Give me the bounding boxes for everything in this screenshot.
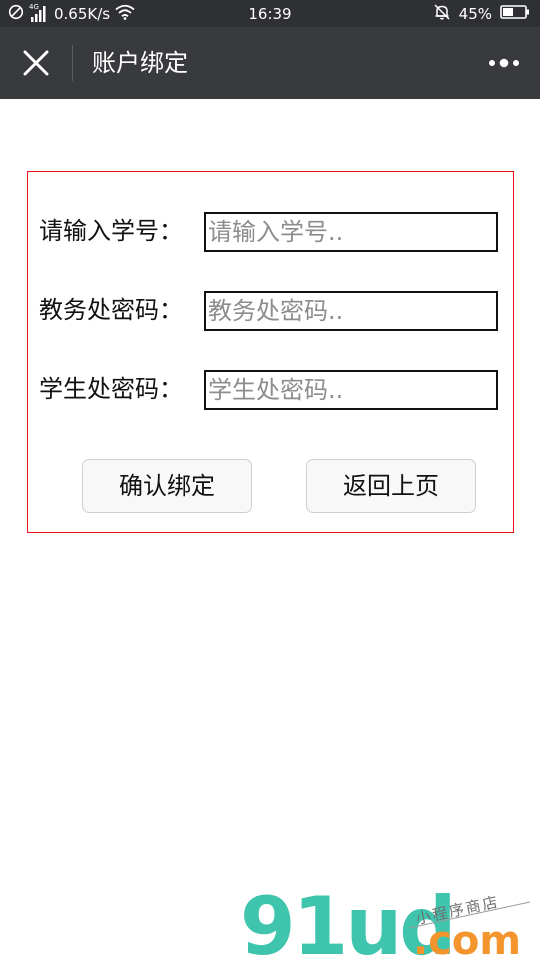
- student-id-row: 请输入学号：: [39, 212, 501, 252]
- battery-percent: 45%: [458, 5, 492, 23]
- page-title: 账户绑定: [92, 49, 188, 77]
- academic-password-input[interactable]: [204, 291, 498, 331]
- student-affairs-password-row: 学生处密码：: [39, 370, 501, 410]
- academic-password-row: 教务处密码：: [39, 291, 501, 331]
- bell-muted-icon: [433, 3, 451, 25]
- status-bar: 4G 0.65K/s 16:39 45%: [0, 0, 540, 27]
- more-button[interactable]: [482, 41, 526, 85]
- academic-password-label: 教务处密码：: [39, 296, 183, 324]
- binding-form: 请输入学号： 教务处密码： 学生处密码： 确认绑定 返回上页: [27, 171, 514, 533]
- nav-divider: [72, 45, 73, 81]
- close-icon: [23, 50, 49, 76]
- close-button[interactable]: [14, 41, 58, 85]
- nav-bar: 账户绑定: [0, 27, 540, 99]
- student-affairs-password-label: 学生处密码：: [39, 375, 183, 403]
- student-id-label: 请输入学号：: [39, 217, 183, 245]
- battery-icon: [500, 4, 530, 24]
- more-dots-icon: [489, 58, 519, 68]
- student-affairs-password-input[interactable]: [204, 370, 498, 410]
- watermark-logo: 91ud .com 小程序商店: [240, 880, 531, 960]
- status-right: 45%: [433, 4, 530, 24]
- student-id-input[interactable]: [204, 212, 498, 252]
- back-button[interactable]: 返回上页: [306, 459, 476, 513]
- confirm-bind-button[interactable]: 确认绑定: [82, 459, 252, 513]
